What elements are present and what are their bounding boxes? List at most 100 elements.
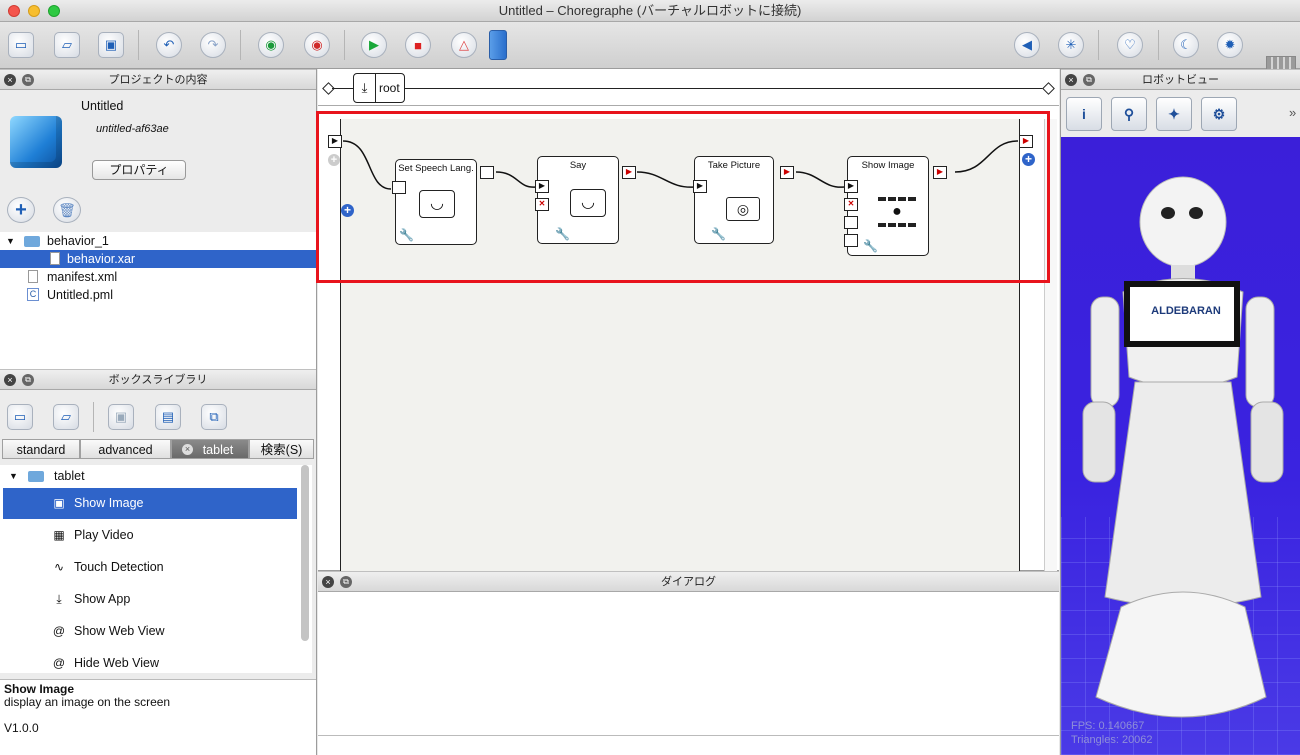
project-name: Untitled (81, 99, 124, 113)
dialog-input-field[interactable] (318, 735, 1059, 755)
flow-diagram-panel: ⤓ root ▶ + + ▶ + Set Speech Lang. ◡ 🔧 Sa… (316, 69, 1059, 571)
version-label: V1.0.0 (4, 721, 39, 735)
project-tree: ▼ behavior_1 behavior.xar manifest.xml C… (0, 232, 316, 369)
tablet-logo: ALDEBARAN (1151, 305, 1221, 317)
box-library-header: × ⧉ ボックスライブラリ (0, 369, 316, 390)
box-library-title: ボックスライブラリ (108, 374, 208, 386)
fps-readout: FPS: 0.140667 (1071, 720, 1145, 732)
float-panel-icon[interactable]: ⧉ (22, 74, 34, 86)
tree-row-file[interactable]: behavior.xar (0, 250, 316, 268)
disconnect-icon[interactable]: ◉ (304, 32, 330, 58)
project-panel: × ⧉ プロジェクトの内容 Untitled untitled-af63ae プ… (0, 69, 317, 369)
pml-file-icon: C (27, 288, 39, 301)
expand-arrow-icon[interactable]: ▼ (6, 232, 15, 250)
tab-tablet[interactable]: × tablet (171, 439, 249, 459)
close-panel-icon[interactable]: × (4, 74, 16, 86)
wake-icon[interactable]: ✹ (1217, 32, 1243, 58)
properties-button[interactable]: プロパティ (92, 160, 186, 180)
tree-item-label: manifest.xml (47, 270, 118, 284)
trash-icon[interactable]: 🗑 (53, 197, 81, 223)
open-library-icon[interactable]: ▱ (53, 404, 79, 430)
add-icon[interactable]: + (7, 197, 35, 223)
float-panel-icon[interactable]: ⧉ (22, 374, 34, 386)
dialog-panel-header: × ⧉ ダイアログ (318, 571, 1059, 592)
description-text: display an image on the screen (4, 695, 171, 709)
new-library-icon[interactable]: ▭ (7, 404, 33, 430)
robot-model (1082, 176, 1284, 718)
window-title: Untitled – Choregraphe (バーチャルロボットに接続) (498, 3, 802, 18)
main-toolbar: ▭ ▱ ▣ ↶ ↷ ◉ ◉ ▶ ■ △ ◀ ✳ ♡ ☾ ✹ (0, 22, 1300, 70)
library-list: ▼ tablet ▣ Show Image ▦ Play Video ∿ Tou… (0, 465, 312, 673)
minimize-window-button[interactable] (28, 5, 40, 17)
dialog-panel-title: ダイアログ (661, 576, 716, 588)
tree-item-label: Untitled.pml (47, 288, 113, 302)
box-library-panel: × ⧉ ボックスライブラリ ▭ ▱ ▣ ▤ ⧉ standard advance… (0, 369, 317, 755)
stop-icon[interactable]: ■ (405, 32, 431, 58)
undo-icon[interactable]: ↶ (156, 32, 182, 58)
library-scrollbar[interactable] (301, 465, 309, 641)
tree-item-label: behavior_1 (47, 234, 109, 248)
library-item-label: Hide Web View (74, 656, 159, 670)
redo-icon[interactable]: ↷ (200, 32, 226, 58)
library-folder-row[interactable]: ▼ tablet (3, 465, 297, 487)
triangles-readout: Triangles: 20062 (1071, 734, 1153, 746)
dialog-panel: × ⧉ ダイアログ (318, 571, 1059, 755)
close-window-button[interactable] (8, 5, 20, 17)
volume-icon[interactable]: ◀ (1014, 32, 1040, 58)
library-item-label: Play Video (74, 528, 134, 542)
robot-3d-viewport[interactable]: ALDEBARAN FPS: 0.140667 Triangles: 20062 (1061, 137, 1300, 755)
new-window-icon[interactable]: ▭ (8, 32, 34, 58)
save-icon[interactable]: ▣ (98, 32, 124, 58)
open-icon[interactable]: ▱ (54, 32, 80, 58)
project-panel-header: × ⧉ プロジェクトの内容 (0, 69, 316, 90)
library-item[interactable]: ∿ Touch Detection (3, 555, 297, 579)
robot-view-panel: × ⧉ ロボットビュー i ⚲ ✦ ⚙ » ALDEBARAN FPS: 0.1… (1060, 69, 1300, 755)
library-folder-label: tablet (54, 469, 85, 483)
close-panel-icon[interactable]: × (322, 576, 334, 588)
sleep-icon[interactable]: ☾ (1173, 32, 1199, 58)
robot-motion-icon[interactable]: ✦ (1156, 97, 1192, 131)
float-panel-icon[interactable]: ⧉ (1083, 74, 1095, 86)
robot-body-icon[interactable]: ⚲ (1111, 97, 1147, 131)
video-icon: ▦ (53, 528, 65, 542)
posture-icon[interactable]: ✳ (1058, 32, 1084, 58)
copy-library-icon[interactable]: ⧉ (201, 404, 227, 430)
robot-settings-icon[interactable]: ⚙ (1201, 97, 1237, 131)
close-panel-icon[interactable]: × (4, 374, 16, 386)
description-title: Show Image (4, 682, 75, 696)
more-icon[interactable]: » (1289, 105, 1296, 120)
description-area: Show Image display an image on the scree… (0, 679, 316, 755)
tree-row-file[interactable]: C Untitled.pml (0, 286, 316, 304)
play-icon[interactable]: ▶ (361, 32, 387, 58)
folder-icon (24, 236, 40, 247)
library-item[interactable]: ▣ Show Image (3, 488, 297, 519)
highlight-rectangle (316, 111, 1050, 283)
tree-row-folder[interactable]: ▼ behavior_1 (0, 232, 316, 250)
save-library-icon[interactable]: ▣ (108, 404, 134, 430)
zoom-window-button[interactable] (48, 5, 60, 17)
heart-icon[interactable]: ♡ (1117, 32, 1143, 58)
float-panel-icon[interactable]: ⧉ (340, 576, 352, 588)
library-item[interactable]: ⤓ Show App (3, 587, 297, 611)
file-icon (50, 252, 60, 265)
expand-arrow-icon[interactable]: ▼ (9, 465, 18, 487)
library-item[interactable]: @ Show Web View (3, 619, 297, 643)
tab-tablet-label: tablet (202, 443, 234, 457)
tree-row-file[interactable]: manifest.xml (0, 268, 316, 286)
timeline-icon[interactable] (489, 30, 507, 60)
close-tab-icon[interactable]: × (182, 444, 193, 455)
connect-icon[interactable]: ◉ (258, 32, 284, 58)
battery-icon (1266, 56, 1296, 70)
save-as-library-icon[interactable]: ▤ (155, 404, 181, 430)
tab-advanced[interactable]: advanced (80, 439, 171, 459)
at-icon: @ (52, 624, 66, 638)
info-icon[interactable]: i (1066, 97, 1102, 131)
tab-search[interactable]: 検索(S) (249, 439, 314, 459)
close-panel-icon[interactable]: × (1065, 74, 1077, 86)
library-item[interactable]: ▦ Play Video (3, 523, 297, 547)
library-item[interactable]: @ Hide Web View (3, 651, 297, 673)
download-icon: ⤓ (56, 592, 62, 606)
debug-icon[interactable]: △ (451, 32, 477, 58)
tab-standard[interactable]: standard (2, 439, 80, 459)
project-panel-title: プロジェクトの内容 (108, 74, 208, 86)
